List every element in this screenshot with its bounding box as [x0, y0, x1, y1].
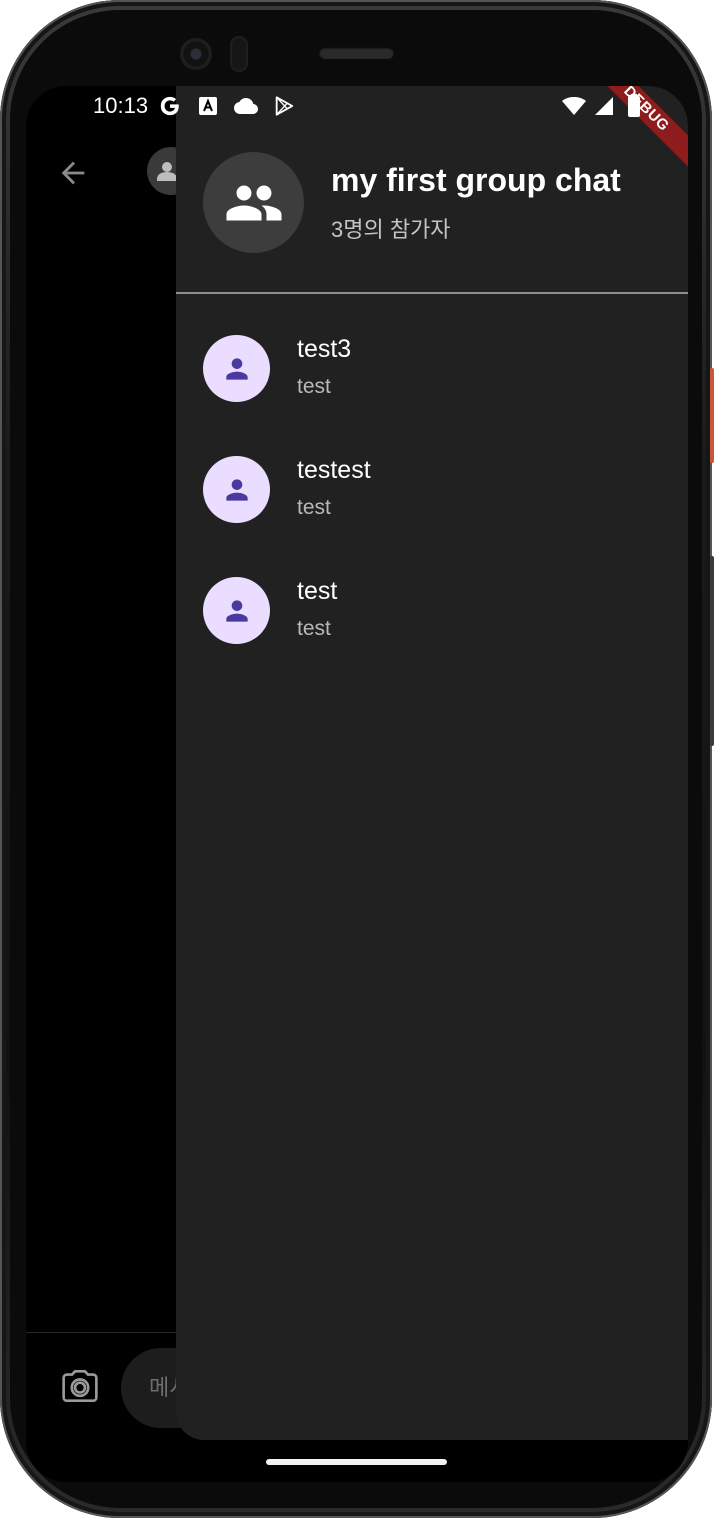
participant-row[interactable]: test3 test	[176, 295, 688, 416]
participants-drawer: my first group chat 3명의 참가자 test3 test t…	[176, 86, 688, 1440]
back-arrow-icon[interactable]	[56, 156, 90, 190]
participant-avatar	[203, 335, 270, 402]
camera-icon[interactable]	[60, 1368, 100, 1404]
group-icon	[226, 185, 281, 220]
participant-row[interactable]: test test	[176, 537, 688, 658]
participant-name: test	[297, 577, 338, 605]
participant-subtitle: test	[297, 617, 331, 640]
device-screenshot: 메시 my first group chat 3명의 참가자 test3 tes…	[0, 0, 714, 1520]
battery-icon	[622, 94, 646, 118]
power-button	[710, 368, 714, 463]
status-notification-icons	[158, 94, 296, 118]
earpiece-speaker	[319, 47, 394, 59]
participant-subtitle: test	[297, 496, 331, 519]
status-system-icons	[562, 94, 646, 118]
volume-button	[710, 556, 714, 746]
gesture-nav-handle[interactable]	[266, 1459, 447, 1465]
participant-avatar	[203, 456, 270, 523]
person-icon	[225, 357, 248, 380]
participant-name: test3	[297, 335, 352, 363]
phone-screen: 메시 my first group chat 3명의 참가자 test3 tes…	[26, 86, 688, 1482]
play-store-icon	[272, 94, 296, 118]
google-g-icon	[158, 94, 182, 118]
group-avatar	[203, 152, 304, 253]
person-icon	[225, 599, 248, 622]
proximity-sensor	[230, 36, 248, 72]
participant-avatar	[203, 577, 270, 644]
participant-subtitle: test	[297, 375, 331, 398]
status-time: 10:13	[93, 93, 149, 118]
participant-row[interactable]: testest test	[176, 416, 688, 537]
cell-signal-icon	[592, 94, 616, 118]
participant-name: testest	[297, 456, 371, 484]
participant-count: 3명의 참가자	[331, 217, 451, 242]
cloud-icon	[234, 94, 258, 118]
wifi-icon	[562, 94, 586, 118]
front-camera	[180, 38, 212, 70]
group-chat-title: my first group chat	[331, 162, 621, 198]
header-divider	[176, 292, 688, 294]
person-icon	[225, 478, 248, 501]
translate-a-icon	[196, 94, 220, 118]
